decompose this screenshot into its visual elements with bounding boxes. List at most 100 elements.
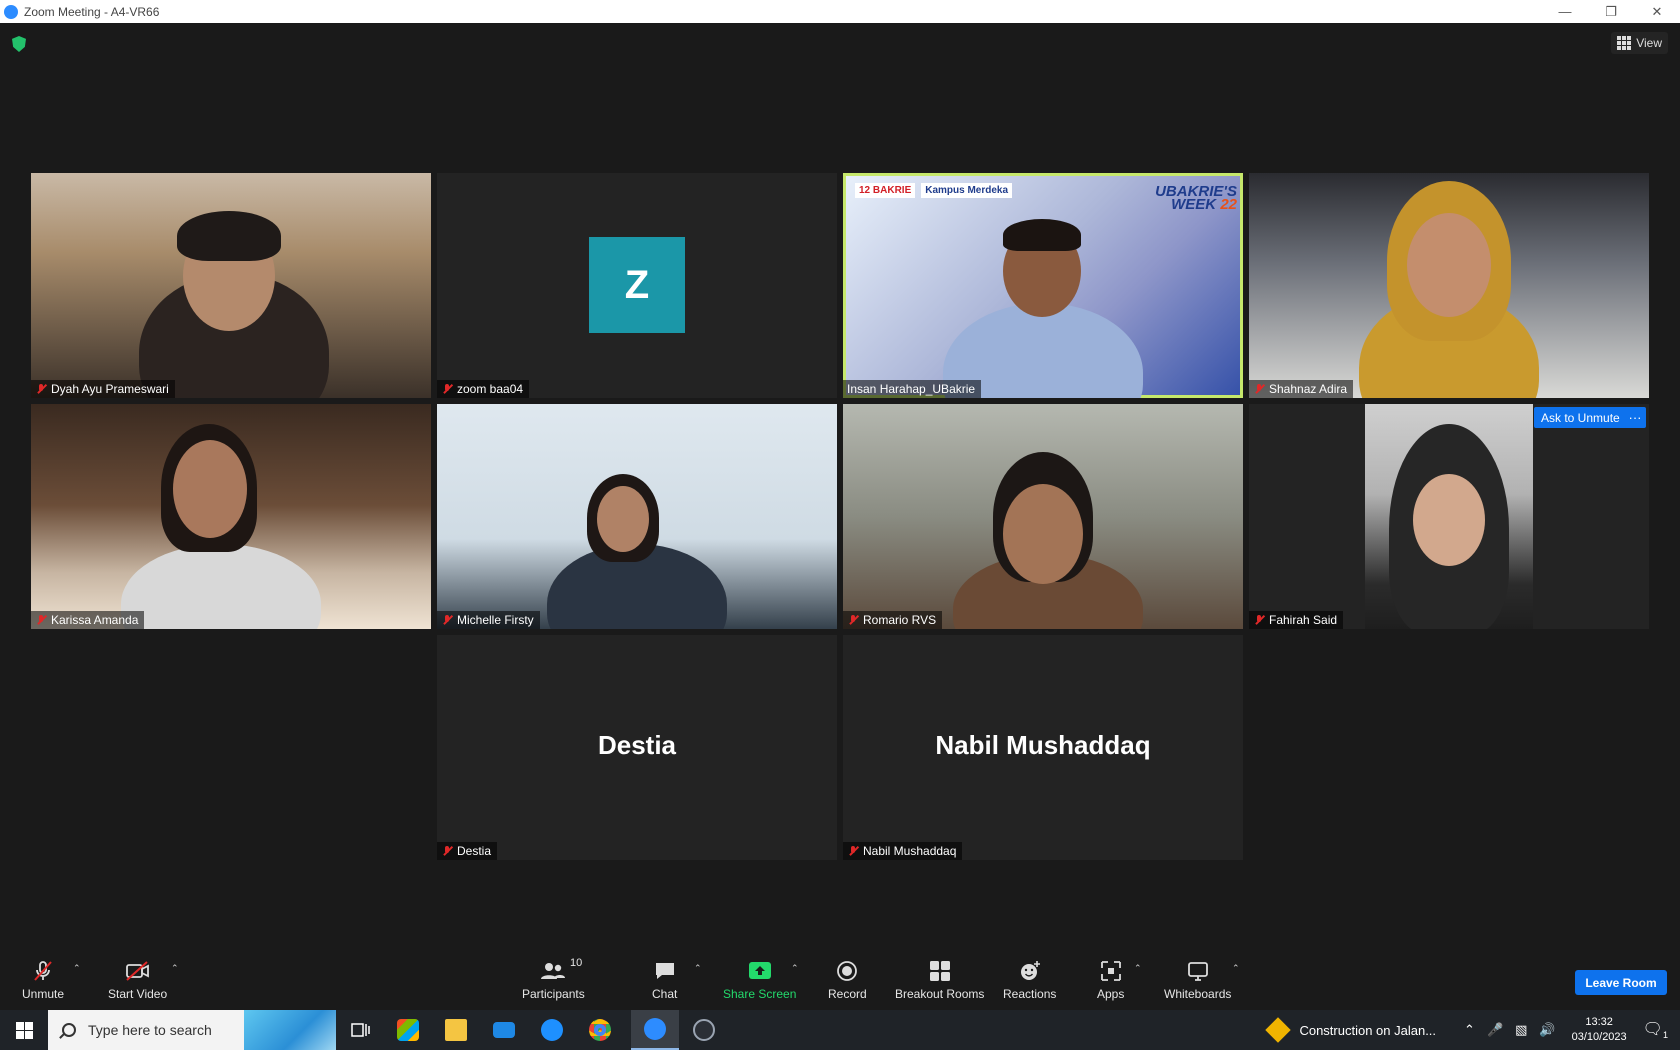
video-tile[interactable]: Romario RVS xyxy=(843,404,1243,629)
video-tile[interactable]: Shahnaz Adira xyxy=(1249,173,1649,398)
title-bar: Zoom Meeting - A4-VR66 — ❐ ✕ xyxy=(0,0,1680,23)
participant-name-label: Dyah Ayu Prameswari xyxy=(31,380,175,398)
close-button[interactable]: ✕ xyxy=(1634,0,1680,23)
whiteboards-button[interactable]: Whiteboards xyxy=(1164,959,1231,1001)
mic-muted-icon xyxy=(35,383,47,395)
mic-muted-icon xyxy=(31,959,55,983)
restore-button[interactable]: ❐ xyxy=(1588,0,1634,23)
share-options-caret[interactable]: ⌃ xyxy=(791,963,799,974)
zoom-icon xyxy=(644,1018,666,1040)
apps-button[interactable]: Apps xyxy=(1097,959,1124,1001)
zoom-logo-icon xyxy=(4,4,18,19)
windows-start-button[interactable] xyxy=(0,1010,48,1050)
volume-icon[interactable]: 🔊 xyxy=(1539,1022,1555,1038)
mic-muted-icon xyxy=(847,614,859,626)
video-tile[interactable]: Michelle Firsty xyxy=(437,404,837,629)
task-view-icon xyxy=(351,1023,370,1037)
system-tray: Construction on Jalan... ⌃ 🎤 ▧ 🔊 13:32 0… xyxy=(1265,1010,1680,1050)
participant-name-label: Destia xyxy=(437,842,498,860)
avatar: Z xyxy=(589,237,685,333)
record-icon xyxy=(835,959,859,983)
view-label: View xyxy=(1636,36,1662,50)
zoom-taskbar-button[interactable] xyxy=(631,1010,679,1050)
video-options-caret[interactable]: ⌃ xyxy=(171,963,179,974)
participant-video xyxy=(1365,404,1533,629)
chrome-button[interactable] xyxy=(576,1010,624,1050)
mic-muted-icon xyxy=(847,845,859,857)
event-badge: UBAKRIE'S WEEK 22 xyxy=(1155,183,1237,213)
share-screen-icon xyxy=(747,959,773,983)
mic-muted-icon xyxy=(1253,383,1265,395)
search-highlight-image xyxy=(244,1010,336,1050)
chat-icon xyxy=(653,959,677,983)
unmute-button[interactable]: Unmute xyxy=(22,959,64,1001)
participant-name-label: Michelle Firsty xyxy=(437,611,540,629)
whiteboards-options-caret[interactable]: ⌃ xyxy=(1232,963,1240,974)
mail-button[interactable] xyxy=(480,1010,528,1050)
internet-explorer-button[interactable] xyxy=(528,1010,576,1050)
news-notification[interactable]: Construction on Jalan... xyxy=(1299,1023,1436,1038)
reactions-icon xyxy=(1018,959,1042,983)
notification-center-icon[interactable]: 🗨1 xyxy=(1643,1019,1668,1040)
meeting-toolbar: Unmute ⌃ Start Video ⌃ Participants 10 C… xyxy=(0,953,1680,1008)
search-placeholder: Type here to search xyxy=(88,1022,212,1038)
tile-more-options-button[interactable]: ··· xyxy=(1624,407,1646,428)
chat-options-caret[interactable]: ⌃ xyxy=(694,963,702,974)
video-tile[interactable]: Nabil Mushaddaq Nabil Mushaddaq xyxy=(843,635,1243,860)
participant-name-label: Romario RVS xyxy=(843,611,943,629)
participant-name-label: Fahirah Said xyxy=(1249,611,1344,629)
windows-taskbar: Type here to search Construction on Jala… xyxy=(0,1010,1680,1050)
chat-button[interactable]: Chat xyxy=(652,959,677,1001)
apps-icon xyxy=(1099,959,1123,983)
virtual-background-logos: 12 BAKRIE Kampus Merdeka xyxy=(855,183,1013,198)
share-screen-button[interactable]: Share Screen xyxy=(723,959,796,1001)
participant-name-label: zoom baa04 xyxy=(437,380,530,398)
windows-logo-icon xyxy=(15,1021,33,1039)
apps-options-caret[interactable]: ⌃ xyxy=(1134,963,1142,974)
microsoft-store-button[interactable] xyxy=(384,1010,432,1050)
view-button[interactable]: View xyxy=(1611,32,1668,54)
mic-muted-icon xyxy=(441,845,453,857)
mic-muted-icon xyxy=(441,614,453,626)
video-off-icon xyxy=(124,959,152,983)
microphone-icon[interactable]: 🎤 xyxy=(1487,1022,1503,1038)
taskbar-search-box[interactable]: Type here to search xyxy=(48,1010,336,1050)
record-button[interactable]: Record xyxy=(828,959,867,1001)
breakout-rooms-button[interactable]: Breakout Rooms xyxy=(895,959,984,1001)
network-icon[interactable]: ▧ xyxy=(1515,1022,1527,1038)
video-tile[interactable]: Fahirah Said xyxy=(1249,404,1649,629)
show-hidden-icons-caret[interactable]: ⌃ xyxy=(1464,1022,1475,1038)
traffic-warning-icon xyxy=(1265,1017,1292,1043)
video-tile[interactable]: Karissa Amanda xyxy=(31,404,431,629)
breakout-rooms-icon xyxy=(928,959,952,983)
video-tile-active-speaker[interactable]: 12 BAKRIE Kampus Merdeka UBAKRIE'S WEEK … xyxy=(843,173,1243,398)
mic-muted-icon xyxy=(1253,614,1265,626)
mail-icon xyxy=(493,1022,515,1038)
reactions-button[interactable]: Reactions xyxy=(1003,959,1056,1001)
mic-muted-icon xyxy=(441,383,453,395)
leave-room-button[interactable]: Leave Room xyxy=(1575,970,1667,995)
store-icon xyxy=(397,1019,419,1041)
whiteboard-icon xyxy=(1186,959,1210,983)
camera-app-button[interactable] xyxy=(680,1010,728,1050)
participants-icon xyxy=(540,959,566,983)
minimize-button[interactable]: — xyxy=(1542,0,1588,23)
clock[interactable]: 13:32 03/10/2023 xyxy=(1572,1015,1627,1045)
encryption-shield-icon[interactable] xyxy=(12,36,26,52)
video-tile[interactable]: Dyah Ayu Prameswari xyxy=(31,173,431,398)
start-video-button[interactable]: Start Video xyxy=(108,959,167,1001)
participant-display-name: Nabil Mushaddaq xyxy=(935,730,1151,760)
chrome-icon xyxy=(589,1019,611,1041)
internet-explorer-icon xyxy=(541,1019,563,1041)
participant-name-label: Shahnaz Adira xyxy=(1249,380,1354,398)
mic-muted-icon xyxy=(35,614,47,626)
video-tile[interactable]: Destia Destia xyxy=(437,635,837,860)
ask-to-unmute-button[interactable]: Ask to Unmute xyxy=(1534,407,1627,428)
participant-count: 10 xyxy=(570,957,583,969)
video-tile[interactable]: Z zoom baa04 xyxy=(437,173,837,398)
audio-options-caret[interactable]: ⌃ xyxy=(73,963,81,974)
folder-icon xyxy=(445,1019,467,1041)
participant-display-name: Destia xyxy=(597,730,677,760)
task-view-button[interactable] xyxy=(336,1010,384,1050)
file-explorer-button[interactable] xyxy=(432,1010,480,1050)
